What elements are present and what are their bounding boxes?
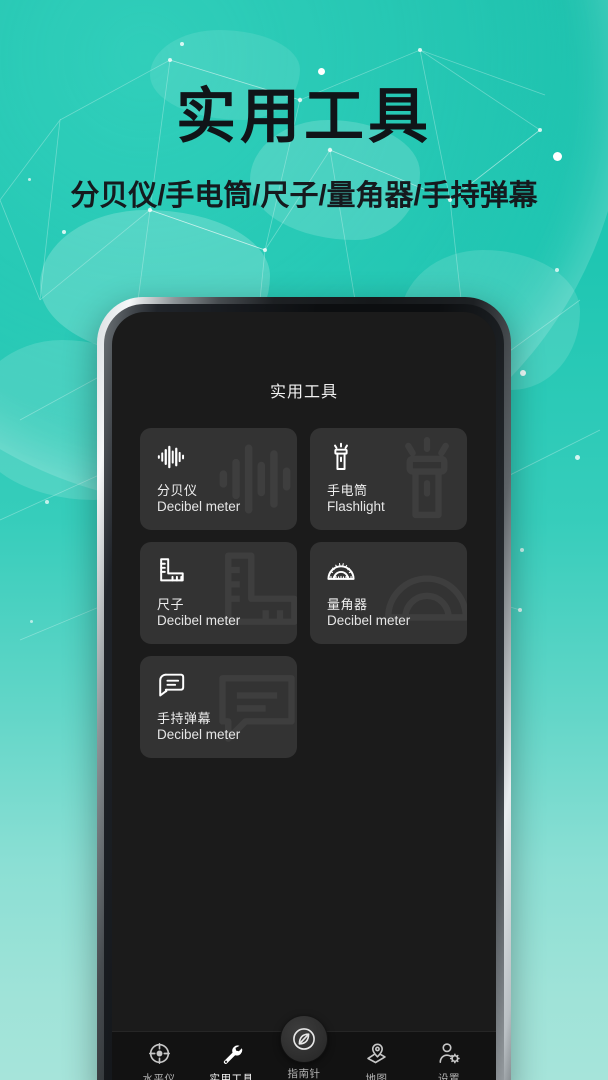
tool-name-en: Decibel meter <box>157 727 241 742</box>
nav-item-level[interactable]: 水平仪 <box>126 1040 192 1080</box>
landmass-shape <box>250 120 420 240</box>
landmass-shape <box>150 30 300 120</box>
tool-name-cn: 尺子 <box>157 597 185 612</box>
star-dot <box>520 548 524 552</box>
sound-wave-icon <box>156 442 186 472</box>
nav-label: 水平仪 <box>142 1073 176 1080</box>
tool-name-cn: 手电筒 <box>327 483 368 498</box>
star-dot <box>555 268 559 272</box>
tool-name-cn: 手持弹幕 <box>157 711 212 726</box>
nav-label: 地图 <box>365 1073 388 1080</box>
tool-name-cn: 分贝仪 <box>157 483 198 498</box>
wrench-icon <box>220 1040 243 1066</box>
tool-card-decibel-meter[interactable]: 分贝仪 Decibel meter <box>140 428 297 530</box>
nav-item-settings[interactable]: 设置 <box>416 1040 482 1080</box>
ruler-icon <box>156 556 186 586</box>
phone-screen: 实用工具 分贝仪 Decibel meter 手电筒 Flashlight 尺子… <box>112 312 496 1080</box>
protractor-icon <box>326 556 356 586</box>
tool-name-en: Flashlight <box>327 499 385 514</box>
nav-item-compass[interactable]: 指南针 <box>271 1016 337 1080</box>
star-dot <box>575 455 580 460</box>
star-dot <box>318 68 325 75</box>
nav-label: 设置 <box>438 1073 460 1080</box>
promo-header: 实用工具 分贝仪/手电筒/尺子/量角器/手持弹幕 <box>0 84 608 214</box>
flashlight-icon <box>375 430 467 528</box>
compass-button[interactable] <box>281 1016 327 1062</box>
compass-icon <box>291 1026 317 1052</box>
user-gear-icon <box>438 1040 461 1066</box>
tool-card-ruler[interactable]: 尺子 Decibel meter <box>140 542 297 644</box>
nav-label: 指南针 <box>287 1068 321 1080</box>
star-dot <box>45 500 49 504</box>
tool-name-cn: 量角器 <box>327 597 368 612</box>
tool-name-en: Decibel meter <box>327 613 411 628</box>
bottom-navigation-bar: 水平仪 实用工具 指南针 地图 设置 <box>112 1016 496 1080</box>
star-dot <box>30 620 33 623</box>
nav-item-tools[interactable]: 实用工具 <box>199 1040 265 1080</box>
phone-mockup: 实用工具 分贝仪 Decibel meter 手电筒 Flashlight 尺子… <box>97 297 511 1080</box>
chat-bubble-icon <box>156 670 186 700</box>
tool-name-en: Decibel meter <box>157 613 241 628</box>
promo-screenshot: 实用工具 分贝仪/手电筒/尺子/量角器/手持弹幕 实用工具 分贝仪 Decibe… <box>0 0 608 1080</box>
tool-grid: 分贝仪 Decibel meter 手电筒 Flashlight 尺子 Deci… <box>140 428 470 758</box>
nav-label: 实用工具 <box>209 1073 254 1080</box>
app-page-title: 实用工具 <box>269 384 338 401</box>
tool-name-en: Decibel meter <box>157 499 241 514</box>
promo-title: 实用工具 <box>176 83 432 150</box>
star-dot <box>28 178 31 181</box>
nav-item-map[interactable]: 地图 <box>344 1040 410 1080</box>
promo-subtitle: 分贝仪/手电筒/尺子/量角器/手持弹幕 <box>70 180 538 212</box>
star-dot <box>520 370 526 376</box>
star-dot <box>553 152 562 161</box>
flashlight-icon <box>326 442 356 472</box>
tool-card-handheld-danmu[interactable]: 手持弹幕 Decibel meter <box>140 656 297 758</box>
star-dot <box>180 42 184 46</box>
map-pin-icon <box>365 1040 388 1066</box>
crosshair-icon <box>148 1040 171 1066</box>
star-dot <box>62 230 66 234</box>
tool-card-protractor[interactable]: 量角器 Decibel meter <box>310 542 467 644</box>
tool-card-flashlight[interactable]: 手电筒 Flashlight <box>310 428 467 530</box>
